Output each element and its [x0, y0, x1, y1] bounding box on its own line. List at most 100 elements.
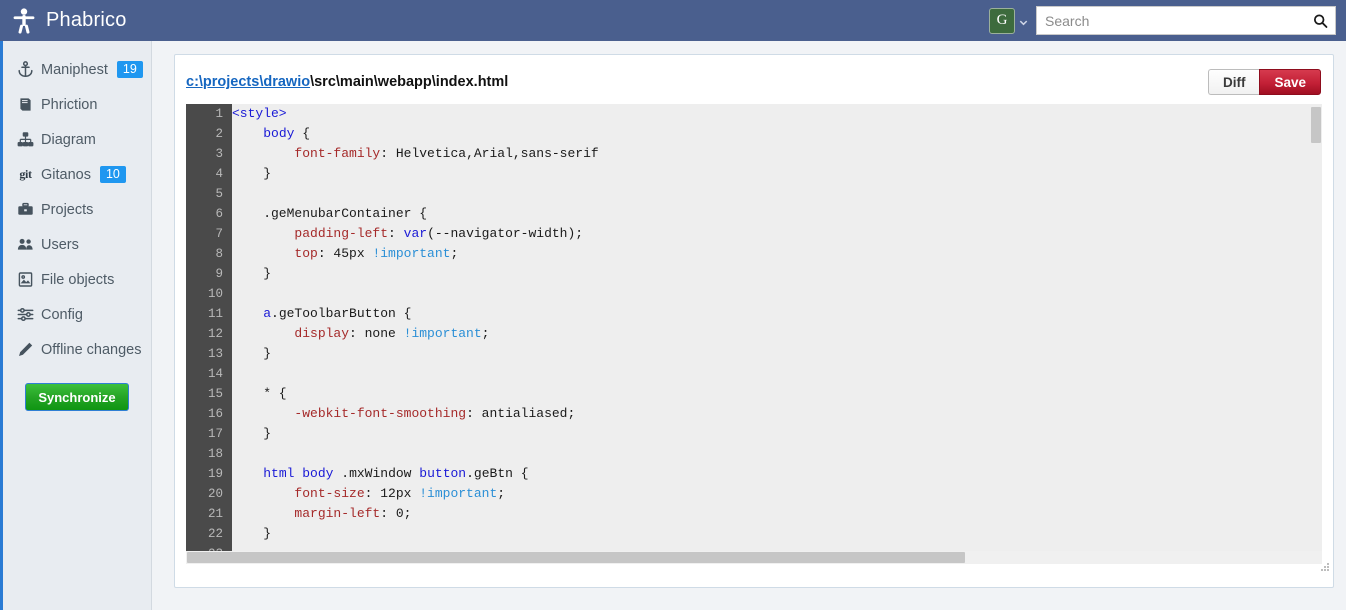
code-line[interactable]: html body .mxWindow button.geBtn {: [232, 464, 1322, 484]
sidebar-item-phriction[interactable]: Phriction: [3, 87, 151, 122]
line-number: 2: [215, 127, 223, 141]
horizontal-scroll-thumb[interactable]: [187, 552, 965, 563]
code-line[interactable]: }: [232, 524, 1322, 544]
line-number: 20: [207, 487, 223, 501]
code-line[interactable]: margin-left: 0;: [232, 504, 1322, 524]
sidebar-item-label: Maniphest: [41, 61, 108, 78]
code-line[interactable]: [232, 284, 1322, 304]
code-line[interactable]: a.geToolbarButton {: [232, 304, 1322, 324]
line-number: 8: [215, 247, 223, 261]
sidebar-item-label: Projects: [41, 201, 94, 218]
code-token: a: [263, 306, 272, 321]
line-number: 3: [215, 147, 223, 161]
code-line[interactable]: -webkit-font-smoothing: antialiased;: [232, 404, 1322, 424]
synchronize-button[interactable]: Synchronize: [25, 383, 129, 411]
status-badge: 10: [99, 165, 126, 184]
search-box[interactable]: [1036, 6, 1336, 35]
line-number: 6: [215, 207, 223, 221]
line-number: 14: [207, 367, 223, 381]
code-line[interactable]: }: [232, 344, 1322, 364]
code-line[interactable]: padding-left: var(--navigator-width);: [232, 224, 1322, 244]
code-token: display: [294, 326, 350, 341]
code-line[interactable]: * {: [232, 384, 1322, 404]
line-number: 18: [207, 447, 223, 461]
resize-grip[interactable]: [1321, 563, 1330, 572]
line-number: 11: [207, 307, 223, 321]
sidebar-item-diagram[interactable]: Diagram: [3, 122, 151, 157]
line-number: 12: [207, 327, 223, 341]
code-token: : Helvetica,Arial,sans-serif: [380, 146, 599, 161]
save-button[interactable]: Save: [1259, 69, 1321, 95]
code-line[interactable]: }: [232, 264, 1322, 284]
line-number: 10: [207, 287, 223, 301]
line-number: 19: [207, 467, 223, 481]
code-token: top: [294, 246, 318, 261]
code-line[interactable]: .geMenubarContainer {: [232, 204, 1322, 224]
editor-horizontal-scrollbar[interactable]: [186, 551, 1322, 564]
code-token: : antialiased;: [466, 406, 576, 421]
book-icon: [17, 96, 34, 113]
code-editor[interactable]: 1234567891011121314151617181920212223 <s…: [186, 104, 1322, 564]
code-token: }: [232, 346, 272, 361]
code-line[interactable]: [232, 444, 1322, 464]
code-line[interactable]: <style>: [232, 104, 1322, 124]
diff-button[interactable]: Diff: [1207, 69, 1260, 95]
chevron-down-icon[interactable]: [1018, 15, 1029, 26]
sidebar-item-users[interactable]: Users: [3, 227, 151, 262]
search-input[interactable]: [1037, 7, 1335, 34]
sidebar-item-offline-changes[interactable]: Offline changes: [3, 332, 151, 367]
line-number: 21: [207, 507, 223, 521]
editor-vertical-scrollbar[interactable]: [1309, 104, 1322, 564]
panel-header: c:\projects\drawio\src\main\webapp\index…: [186, 67, 1321, 97]
app-header: Phabrico G: [0, 0, 1346, 41]
sidebar-item-projects[interactable]: Projects: [3, 192, 151, 227]
main-content: c:\projects\drawio\src\main\webapp\index…: [152, 41, 1346, 610]
pencil-icon: [17, 341, 34, 358]
sliders-icon: [17, 306, 34, 323]
code-line[interactable]: top: 45px !important;: [232, 244, 1322, 264]
file-editor-panel: c:\projects\drawio\src\main\webapp\index…: [174, 54, 1334, 588]
code-token: !important: [403, 326, 482, 341]
sidebar-item-label: Phriction: [41, 96, 98, 113]
avatar[interactable]: G: [989, 7, 1015, 34]
code-token: .mxWindow: [333, 466, 420, 481]
code-token: padding-left: [294, 226, 389, 241]
line-number: 9: [215, 267, 223, 281]
git-icon: git: [19, 167, 32, 181]
line-number: 22: [207, 527, 223, 541]
sidebar-item-label: Config: [41, 306, 83, 323]
sidebar-item-maniphest[interactable]: Maniphest 19: [3, 52, 151, 87]
sidebar-item-gitanos[interactable]: git Gitanos 10: [3, 157, 151, 192]
code-token: ;: [481, 326, 490, 341]
sitemap-icon: [17, 131, 34, 148]
code-token: (--navigator-width);: [427, 226, 584, 241]
breadcrumb-repo-link[interactable]: c:\projects\drawio: [186, 74, 310, 90]
code-line[interactable]: font-family: Helvetica,Arial,sans-serif: [232, 144, 1322, 164]
code-line[interactable]: [232, 184, 1322, 204]
code-token: .geBtn {: [466, 466, 529, 481]
code-token: }: [232, 266, 272, 281]
code-token: ;: [497, 486, 506, 501]
code-line[interactable]: }: [232, 424, 1322, 444]
code-token: !important: [419, 486, 498, 501]
vertical-scroll-thumb[interactable]: [1311, 107, 1321, 143]
code-line[interactable]: display: none !important;: [232, 324, 1322, 344]
sidebar-item-file-objects[interactable]: File objects: [3, 262, 151, 297]
sidebar-item-config[interactable]: Config: [3, 297, 151, 332]
code-line[interactable]: font-size: 12px !important;: [232, 484, 1322, 504]
code-line[interactable]: [232, 364, 1322, 384]
code-content[interactable]: <style> body { font-family: Helvetica,Ar…: [232, 104, 1322, 564]
line-number: 1: [215, 107, 223, 121]
code-line[interactable]: }: [232, 164, 1322, 184]
code-line[interactable]: body {: [232, 124, 1322, 144]
user-menu[interactable]: G: [989, 7, 1029, 34]
search-icon[interactable]: [1313, 13, 1328, 28]
code-token: button: [419, 466, 467, 481]
code-token: .geMenubarContainer {: [232, 206, 428, 221]
